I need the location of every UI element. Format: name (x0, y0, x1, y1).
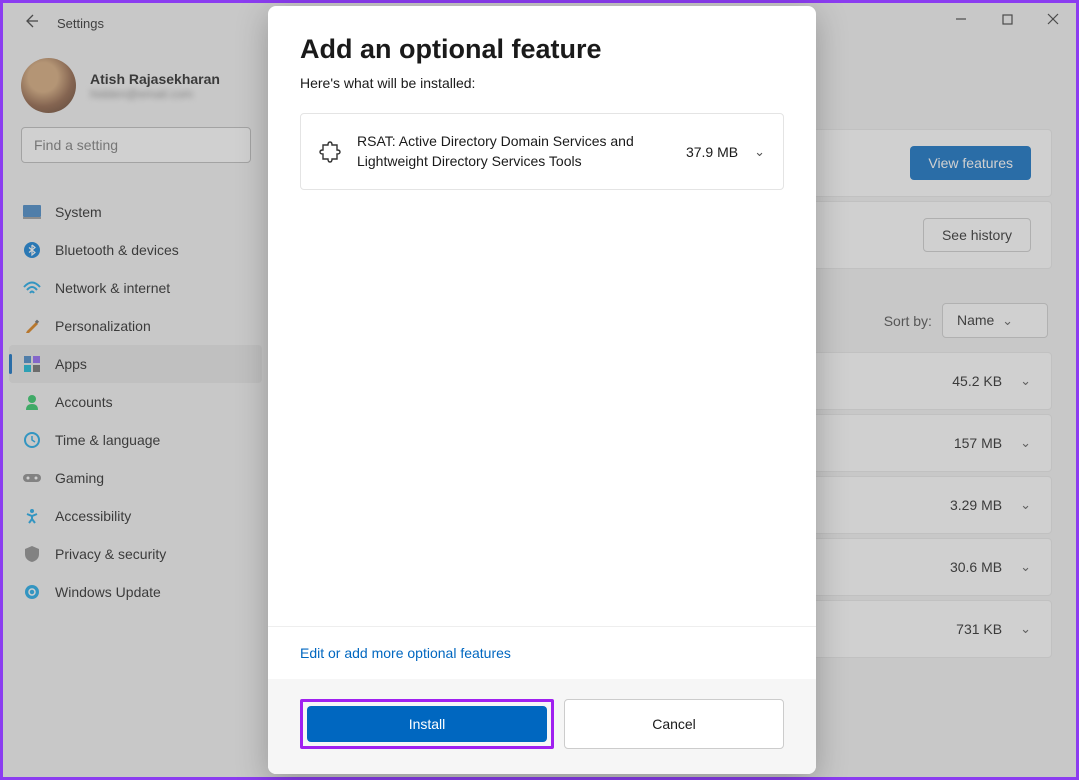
puzzle-icon (319, 141, 341, 163)
modal-title: Add an optional feature (300, 34, 784, 65)
feature-name: RSAT: Active Directory Domain Services a… (357, 132, 670, 171)
edit-features-link[interactable]: Edit or add more optional features (268, 626, 816, 679)
install-button[interactable]: Install (307, 706, 547, 742)
feature-card[interactable]: RSAT: Active Directory Domain Services a… (300, 113, 784, 190)
modal-subtitle: Here's what will be installed: (300, 75, 784, 91)
cancel-button[interactable]: Cancel (564, 699, 784, 749)
chevron-down-icon: ⌄ (754, 144, 765, 160)
add-feature-modal: Add an optional feature Here's what will… (268, 6, 816, 774)
highlight-annotation: Install (300, 699, 554, 749)
feature-size: 37.9 MB (686, 144, 738, 160)
